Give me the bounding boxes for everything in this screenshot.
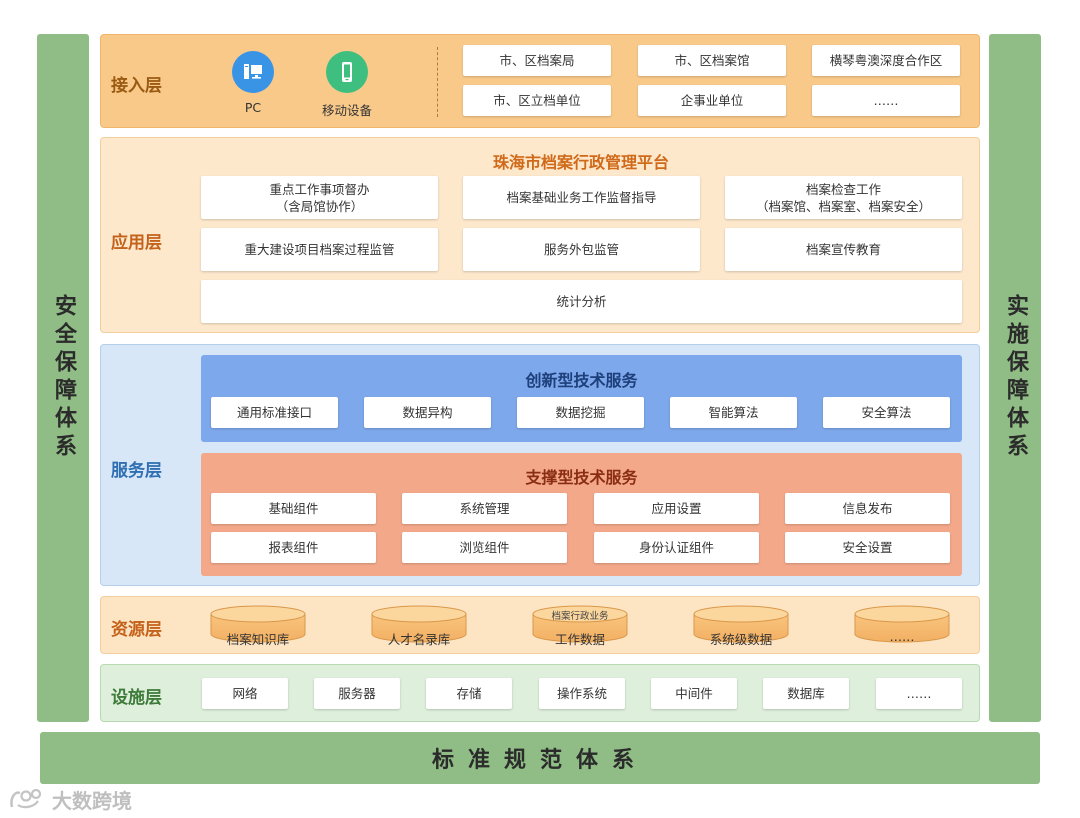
resource-system-data: 系统级数据 (694, 596, 788, 654)
innovative-services: 创新型技术服务 通用标准接口 数据异构 数据挖掘 智能算法 安全算法 (201, 355, 962, 442)
app-item-outsourcing: 服务外包监管 (463, 228, 700, 271)
unit-city-archives: 市、区档案馆 (638, 45, 786, 76)
resource-more: …… (855, 596, 949, 654)
support-item: 信息发布 (785, 493, 950, 524)
watermark-text: 大数跨境 (52, 788, 132, 813)
unit-archive-filing-units: 市、区立档单位 (463, 85, 611, 116)
pc-label: PC (244, 100, 262, 115)
mobile-icon (326, 51, 368, 93)
infra-item: 网络 (202, 678, 288, 709)
innovative-title: 创新型技术服务 (525, 371, 638, 390)
app-item-statistics: 统计分析 (201, 280, 962, 323)
unit-more: …… (812, 85, 960, 116)
infra-item: …… (876, 678, 962, 709)
innovative-item: 数据异构 (364, 397, 491, 428)
application-layer-name: 应用层 (111, 233, 162, 253)
app-item-line1: 档案基础业务工作监督指导 (506, 190, 657, 205)
resource-admin-work-data: 档案行政业务 工作数据 (533, 596, 627, 654)
innovative-item: 智能算法 (670, 397, 797, 428)
resource-top-label: 档案行政业务 (551, 611, 609, 622)
innovative-item: 数据挖掘 (517, 397, 644, 428)
resource-label: 档案知识库 (226, 632, 290, 647)
app-item-line2: （档案馆、档案室、档案安全） (755, 198, 931, 214)
pc-device: PC (223, 51, 283, 115)
standards-bar: 标准规范体系 (40, 732, 1040, 784)
support-item: 应用设置 (594, 493, 759, 524)
infra-item: 服务器 (314, 678, 400, 709)
support-item: 系统管理 (402, 493, 567, 524)
platform-title: 珠海市档案行政管理平台 (492, 153, 669, 172)
implementation-assurance-label: 实施保障体系 (1003, 294, 1028, 462)
app-item-major-projects: 重大建设项目档案过程监管 (201, 228, 438, 271)
innovative-item: 通用标准接口 (211, 397, 338, 428)
support-title: 支撑型技术服务 (525, 468, 638, 487)
infra-item: 存储 (426, 678, 512, 709)
pc-icon (232, 51, 274, 93)
mobile-label: 移动设备 (321, 103, 372, 118)
app-item-basic-business: 档案基础业务工作监督指导 (463, 176, 700, 219)
application-layer: 应用层 珠海市档案行政管理平台 重点工作事项督办 （含局馆协作） 档案基础业务工… (100, 137, 980, 333)
access-layer-name: 接入层 (111, 76, 162, 96)
security-assurance-label: 安全保障体系 (51, 294, 76, 462)
infrastructure-layer-name: 设施层 (111, 688, 162, 708)
standards-label: 标准规范体系 (431, 748, 648, 773)
unit-hengqin-zone: 横琴粤澳深度合作区 (812, 45, 960, 76)
access-divider (437, 47, 438, 117)
service-layer-name: 服务层 (111, 461, 162, 481)
unit-city-archives-bureau: 市、区档案局 (463, 45, 611, 76)
app-item-line1: 重点工作事项督办 (269, 181, 370, 197)
infrastructure-layer: 设施层 网络 服务器 存储 操作系统 中间件 数据库 …… (100, 664, 980, 722)
resource-label: 工作数据 (554, 632, 605, 647)
support-services: 支撑型技术服务 基础组件 系统管理 应用设置 信息发布 报表组件 浏览组件 身份… (201, 453, 962, 576)
resource-label: 系统级数据 (709, 632, 773, 647)
app-item-publicity: 档案宣传教育 (725, 228, 962, 271)
infra-item: 中间件 (651, 678, 737, 709)
resource-label: …… (889, 629, 915, 644)
security-assurance-bar: 安全保障体系 (37, 34, 89, 722)
innovative-item: 安全算法 (823, 397, 950, 428)
support-item: 报表组件 (211, 532, 376, 563)
infra-item: 数据库 (763, 678, 849, 709)
implementation-assurance-bar: 实施保障体系 (989, 34, 1041, 722)
resource-knowledge-base: 档案知识库 (211, 596, 305, 654)
watermark-logo-icon (10, 788, 42, 809)
mobile-device: 移动设备 (315, 51, 379, 119)
service-layer: 服务层 创新型技术服务 通用标准接口 数据异构 数据挖掘 智能算法 安全算法 支… (100, 344, 980, 586)
access-layer: 接入层 PC 移动设备 市、区档案局 市、区档案馆 横琴粤澳深度合作区 市、区立… (100, 34, 980, 128)
support-item: 浏览组件 (402, 532, 567, 563)
app-item-line1: 档案检查工作 (805, 181, 881, 197)
infra-item: 操作系统 (539, 678, 625, 709)
resource-label: 人才名录库 (387, 632, 451, 647)
unit-enterprises: 企事业单位 (638, 85, 786, 116)
watermark: 大数跨境 (8, 786, 132, 813)
app-item-key-tasks: 重点工作事项督办 （含局馆协作） (201, 176, 438, 219)
app-item-inspection: 档案检查工作 （档案馆、档案室、档案安全） (725, 176, 962, 219)
app-item-line2: （含局馆协作） (275, 198, 364, 214)
support-item: 身份认证组件 (594, 532, 759, 563)
support-item: 安全设置 (785, 532, 950, 563)
resource-talent-directory: 人才名录库 (372, 596, 466, 654)
support-item: 基础组件 (211, 493, 376, 524)
